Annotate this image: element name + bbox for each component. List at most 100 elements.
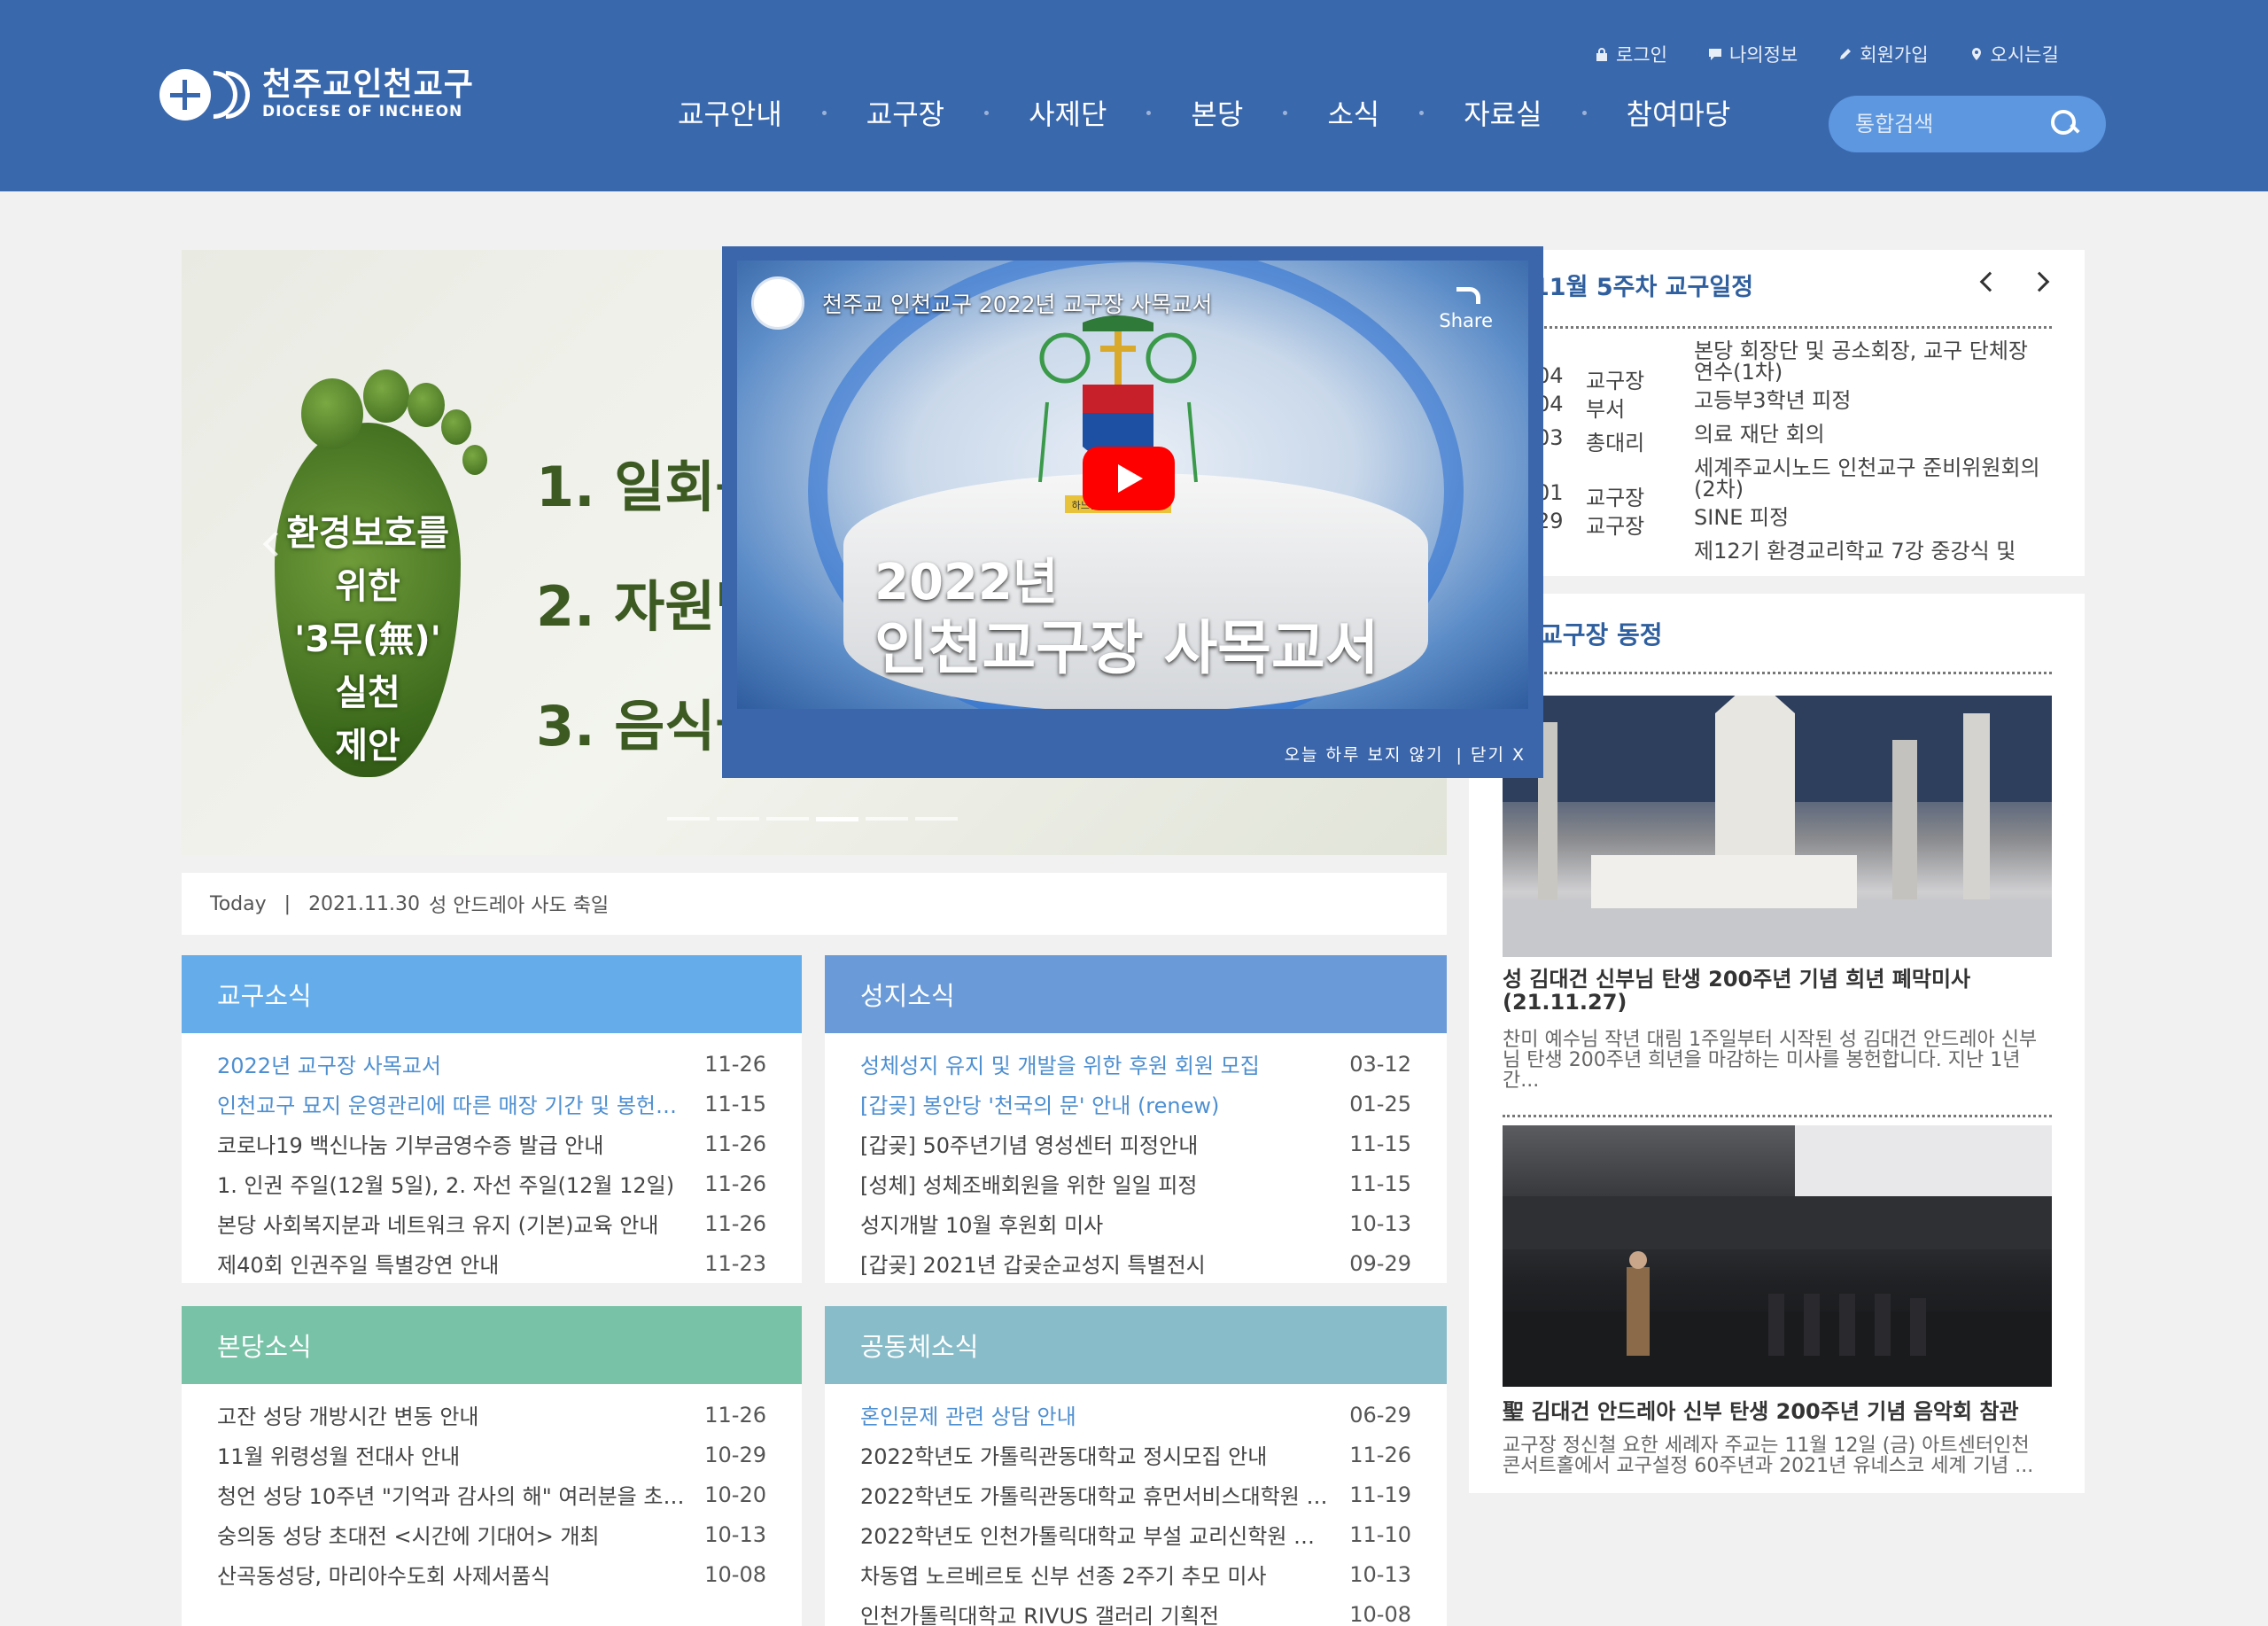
calendar-event-title: 고등부3학년 피정 (1694, 388, 1852, 413)
board-item[interactable]: 2022학년도 가톨릭관동대학교 정시모집 안내 11-26 (860, 1435, 1411, 1474)
closing-mass-photo[interactable] (1503, 696, 2052, 957)
board-item[interactable]: 1. 인권 주일(12월 5일), 2. 자선 주일(12월 12일) 11-26 (217, 1163, 766, 1203)
nav-resources[interactable]: 자료실 (1464, 92, 1542, 133)
lock-icon (1596, 48, 1607, 61)
logo-mark-icon (159, 60, 260, 129)
board-item-title[interactable]: [갑곶] 봉안당 '천국의 문' 안내 (renew) (860, 1088, 1219, 1119)
calendar-row[interactable]: 04 부서 고등부3학년 피정 (1469, 388, 2085, 422)
board-item[interactable]: 청언 성당 10주년 "기억과 감사의 해" 여러분을 초대합니다 10-20 (217, 1474, 766, 1514)
board-item-title[interactable]: 성지개발 10월 후원회 미사 (860, 1208, 1103, 1239)
my-info-link[interactable]: 나의정보 (1708, 41, 1798, 67)
board-item-title[interactable]: [갑곶] 2021년 갑곶순교성지 특별전시 (860, 1248, 1206, 1279)
board-item-title[interactable]: 숭의동 성당 초대전 <시간에 기대어> 개최 (217, 1519, 600, 1550)
hide-today-link[interactable]: 오늘 하루 보지 않기 (1285, 742, 1444, 766)
directions-link[interactable]: 오시는길 (1969, 41, 2059, 67)
board-item[interactable]: 11월 위령성월 전대사 안내 10-29 (217, 1435, 766, 1474)
board-item[interactable]: 차동엽 노르베르토 신부 선종 2주기 추모 미사 10-13 (860, 1554, 1411, 1594)
board-parish-title[interactable]: 본당소식 (182, 1306, 802, 1384)
calendar-row[interactable]: 01 교구장 세계주교시노드 인천교구 준비위원회의(2차) (1469, 457, 2085, 510)
board-item-title[interactable]: 혼인문제 관련 상담 안내 (860, 1399, 1076, 1430)
board-item[interactable]: 혼인문제 관련 상담 안내 06-29 (860, 1395, 1411, 1435)
board-community-title[interactable]: 공동체소식 (825, 1306, 1447, 1384)
board-item-title[interactable]: 제40회 인권주일 특별강연 안내 (217, 1248, 499, 1279)
youtube-video-embed[interactable]: 하느님은 사랑이십니다 천주교 인천교구 2022년 교구장 사목교서 Shar… (737, 261, 1528, 709)
board-item-title[interactable]: 고잔 성당 개방시간 변동 안내 (217, 1399, 478, 1430)
login-link[interactable]: 로그인 (1595, 41, 1667, 67)
board-item[interactable]: 2022년 교구장 사목교서 11-26 (217, 1044, 766, 1084)
board-item-title[interactable]: 2022학년도 인천가톨릭대학교 부설 교리신학원 모집 (860, 1519, 1330, 1550)
pager-dot-active[interactable] (816, 817, 858, 821)
play-button-icon[interactable] (1083, 447, 1175, 510)
bishop-news-headline[interactable]: 성 김대건 신부님 탄생 200주년 기념 희년 폐막미사 (21.11.27) (1503, 968, 2052, 1014)
board-item[interactable]: 인천가톨릭대학교 RIVUS 갤러리 기획전 10-08 (860, 1594, 1411, 1626)
board-item-title[interactable]: 본당 사회복지분과 네트워크 유지 (기본)교육 안내 (217, 1208, 658, 1239)
board-item[interactable]: [성체] 성체조배회원을 위한 일일 피정 11-15 (860, 1163, 1411, 1203)
search-icon[interactable] (2051, 110, 2079, 138)
share-label: Share (1439, 310, 1493, 331)
board-item[interactable]: 2022학년도 가톨릭관동대학교 휴먼서비스대학원 모집 11-19 (860, 1474, 1411, 1514)
board-item[interactable]: 코로나19 백신나눔 기부금영수증 발급 안내 11-26 (217, 1124, 766, 1163)
board-item[interactable]: 고잔 성당 개방시간 변동 안내 11-26 (217, 1395, 766, 1435)
board-item-title[interactable]: [갑곶] 50주년기념 영성센터 피정안내 (860, 1128, 1198, 1159)
pager-dot[interactable] (866, 817, 908, 821)
board-diocese-title[interactable]: 교구소식 (182, 955, 802, 1033)
calendar-next-icon[interactable] (2029, 271, 2050, 292)
board-item-title[interactable]: 차동엽 노르베르토 신부 선종 2주기 추모 미사 (860, 1559, 1266, 1590)
board-item[interactable]: [갑곶] 2021년 갑곶순교성지 특별전시 09-29 (860, 1243, 1411, 1283)
board-item-title[interactable]: 2022학년도 가톨릭관동대학교 정시모집 안내 (860, 1439, 1267, 1470)
concert-photo[interactable] (1503, 1125, 2052, 1387)
nav-diocese-info[interactable]: 교구안내 (678, 92, 782, 133)
nav-separator (1283, 110, 1288, 115)
board-item-title[interactable]: 2022년 교구장 사목교서 (217, 1048, 441, 1079)
calendar-row[interactable]: 29 교구장 SINE 피정 (1469, 507, 2085, 539)
board-item-title[interactable]: 청언 성당 10주년 "기억과 감사의 해" 여러분을 초대합니다 (217, 1479, 687, 1510)
pager-dot[interactable] (667, 817, 710, 821)
board-item[interactable]: 인천교구 묘지 운영관리에 따른 매장 기간 및 봉헌금 안내 11-15 (217, 1084, 766, 1124)
board-item-title[interactable]: [성체] 성체조배회원을 위한 일일 피정 (860, 1168, 1197, 1199)
signup-link[interactable]: 회원가입 (1838, 41, 1929, 67)
board-item[interactable]: 본당 사회복지분과 네트워크 유지 (기본)교육 안내 11-26 (217, 1203, 766, 1243)
close-popup-link[interactable]: | 닫기 X (1456, 742, 1526, 766)
board-item-title[interactable]: 11월 위령성월 전대사 안내 (217, 1439, 460, 1470)
pager-dot[interactable] (766, 817, 809, 821)
nav-parish[interactable]: 본당 (1191, 92, 1243, 133)
board-item-date: 11-26 (704, 1210, 766, 1236)
board-item[interactable]: 성체성지 유지 및 개발을 위한 후원 회원 모집 03-12 (860, 1044, 1411, 1084)
site-logo[interactable]: 천주교인천교구 DIOCESE OF INCHEON (159, 60, 474, 129)
board-shrine-title[interactable]: 성지소식 (825, 955, 1447, 1033)
board-item[interactable]: [갑곶] 봉안당 '천국의 문' 안내 (renew) 01-25 (860, 1084, 1411, 1124)
calendar-row[interactable]: 04 교구장 본당 회장단 및 공소회장, 교구 단체장 연수(1차) (1469, 340, 2085, 393)
map-pin-icon (1971, 48, 1981, 60)
bishop-news-headline[interactable]: 聖 김대건 안드레아 신부 탄생 200주년 기념 음악회 참관 (1503, 1400, 2052, 1423)
video-title[interactable]: 천주교 인천교구 2022년 교구장 사목교서 (822, 287, 1212, 319)
board-item-title[interactable]: 산곡동성당, 마리아수도회 사제서품식 (217, 1559, 550, 1590)
share-button[interactable]: Share (1439, 282, 1493, 331)
board-item[interactable]: 제40회 인권주일 특별강연 안내 11-23 (217, 1243, 766, 1283)
nav-news[interactable]: 소식 (1327, 92, 1379, 133)
board-item[interactable]: 숭의동 성당 초대전 <시간에 기대어> 개최 10-13 (217, 1514, 766, 1554)
board-item-date: 10-08 (1349, 1601, 1411, 1626)
slide-foot-line: 제안 (335, 726, 400, 766)
pager-dot[interactable] (717, 817, 759, 821)
board-item[interactable]: 산곡동성당, 마리아수도회 사제서품식 10-08 (217, 1554, 766, 1594)
pager-dot[interactable] (915, 817, 958, 821)
calendar-prev-icon[interactable] (1979, 271, 2000, 292)
channel-avatar[interactable] (751, 276, 804, 330)
board-item-date: 11-26 (704, 1171, 766, 1196)
calendar-row[interactable]: 제12기 환경교리학교 7강 중강식 및 (1469, 541, 2085, 567)
board-item-title[interactable]: 성체성지 유지 및 개발을 위한 후원 회원 모집 (860, 1048, 1260, 1079)
board-item-title[interactable]: 코로나19 백신나눔 기부금영수증 발급 안내 (217, 1128, 603, 1159)
board-item[interactable]: 2022학년도 인천가톨릭대학교 부설 교리신학원 모집 11-10 (860, 1514, 1411, 1554)
board-item-title[interactable]: 2022학년도 가톨릭관동대학교 휴먼서비스대학원 모집 (860, 1479, 1330, 1510)
nav-bishop[interactable]: 교구장 (866, 92, 944, 133)
calendar-row[interactable]: 03 총대리 의료 재단 회의 (1469, 424, 2085, 455)
video-popup: 하느님은 사랑이십니다 천주교 인천교구 2022년 교구장 사목교서 Shar… (722, 246, 1543, 778)
search-input[interactable] (1855, 112, 2050, 136)
board-item[interactable]: [갑곶] 50주년기념 영성센터 피정안내 11-15 (860, 1124, 1411, 1163)
board-item[interactable]: 성지개발 10월 후원회 미사 10-13 (860, 1203, 1411, 1243)
nav-participation[interactable]: 참여마당 (1627, 92, 1731, 133)
nav-clergy[interactable]: 사제단 (1029, 92, 1107, 133)
board-item-title[interactable]: 1. 인권 주일(12월 5일), 2. 자선 주일(12월 12일) (217, 1168, 674, 1199)
board-item-title[interactable]: 인천교구 묘지 운영관리에 따른 매장 기간 및 봉헌금 안내 (217, 1088, 687, 1119)
board-item-title[interactable]: 인천가톨릭대학교 RIVUS 갤러리 기획전 (860, 1599, 1219, 1626)
